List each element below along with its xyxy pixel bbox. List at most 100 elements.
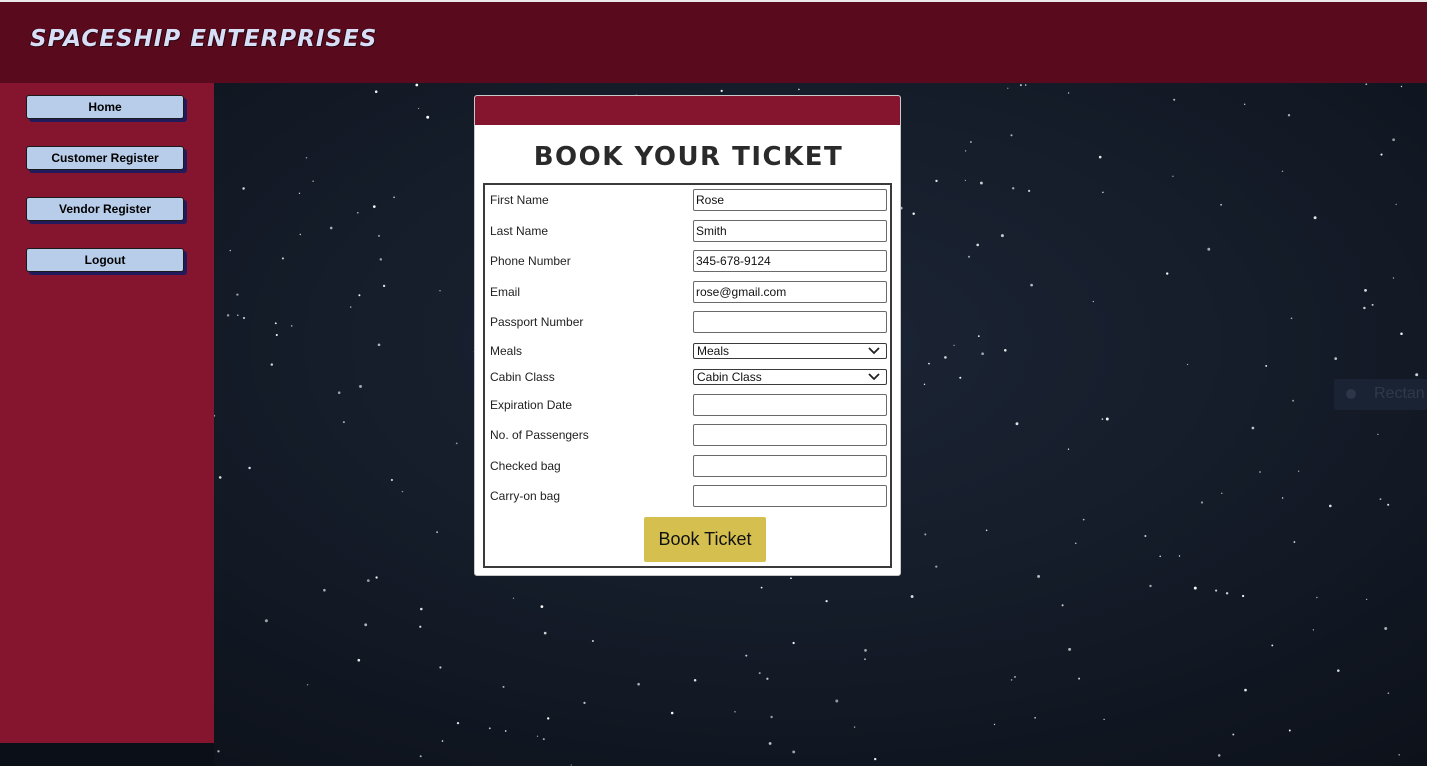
overlay-rectangle[interactable]: Rectan: [1334, 379, 1427, 410]
star: [1011, 187, 1015, 190]
star: [1010, 679, 1013, 681]
star: [981, 352, 984, 356]
star: [441, 740, 444, 742]
email-label: Email: [490, 285, 521, 299]
first-name-field[interactable]: [693, 189, 887, 211]
star: [1377, 433, 1379, 436]
star: [1316, 596, 1318, 599]
star: [217, 750, 220, 753]
star: [306, 684, 309, 686]
star: [1082, 518, 1085, 521]
star: [1075, 542, 1077, 544]
home-button[interactable]: Home: [26, 95, 184, 119]
star: [853, 726, 856, 728]
star: [734, 711, 736, 713]
booking-form: First Name Last Name Phone Number Email …: [483, 183, 892, 568]
star: [1186, 363, 1189, 366]
star: [359, 384, 362, 388]
star: [1015, 422, 1019, 426]
star: [1144, 534, 1147, 538]
star: [540, 605, 544, 608]
star: [1328, 504, 1332, 508]
star: [1010, 134, 1013, 137]
star: [591, 639, 594, 643]
brand-title: Spaceship Enterprises: [30, 26, 378, 52]
carry-on-field[interactable]: [693, 485, 887, 507]
star: [1297, 470, 1300, 472]
passengers-field[interactable]: [693, 424, 887, 446]
star: [976, 243, 979, 247]
star: [342, 421, 345, 424]
star: [242, 316, 246, 320]
star: [993, 723, 996, 726]
star: [1364, 289, 1367, 292]
footer-strip: [0, 743, 214, 766]
star: [1004, 349, 1007, 352]
star: [1061, 604, 1064, 607]
last-name-field[interactable]: [693, 220, 887, 242]
carry-on-label: Carry-on bag: [490, 489, 561, 503]
star: [935, 179, 938, 183]
expiration-label: Expiration Date: [490, 398, 573, 412]
star: [1379, 498, 1382, 500]
star: [1387, 692, 1390, 695]
star: [1287, 114, 1291, 117]
star: [390, 478, 393, 482]
star: [1193, 586, 1197, 590]
star: [374, 90, 378, 93]
star: [953, 344, 955, 347]
star: [488, 727, 491, 730]
star: [401, 490, 404, 493]
star: [375, 576, 378, 579]
star: [1371, 303, 1374, 306]
email-field[interactable]: [693, 281, 887, 303]
checked-bag-label: Checked bag: [490, 459, 561, 473]
star: [1103, 718, 1105, 721]
star: [281, 257, 284, 260]
meals-select[interactable]: Meals: [693, 343, 887, 359]
star: [1251, 426, 1255, 430]
passport-field[interactable]: [693, 311, 887, 333]
star: [512, 597, 515, 599]
phone-field[interactable]: [693, 250, 887, 272]
logout-button[interactable]: Logout: [26, 248, 184, 272]
checked-bag-field[interactable]: [693, 455, 887, 477]
star: [426, 115, 430, 119]
star: [1105, 417, 1109, 421]
star: [874, 757, 877, 761]
expiration-field[interactable]: [693, 394, 887, 416]
star: [1217, 754, 1221, 757]
star: [226, 314, 230, 317]
star: [583, 701, 586, 705]
star: [536, 735, 539, 737]
star: [1067, 448, 1070, 450]
star: [693, 678, 697, 682]
star: [358, 294, 361, 297]
star: [419, 625, 422, 628]
star: [356, 211, 359, 214]
star: [312, 180, 314, 182]
passengers-label: No. of Passengers: [490, 428, 589, 442]
star: [1225, 592, 1229, 595]
star: [1215, 589, 1218, 592]
star: [928, 362, 930, 365]
star: [637, 682, 640, 686]
customer-register-button[interactable]: Customer Register: [26, 146, 184, 170]
star: [274, 322, 277, 325]
star: [1007, 87, 1009, 89]
star: [768, 742, 772, 745]
star: [1281, 170, 1284, 172]
star: [1244, 688, 1247, 692]
book-ticket-button[interactable]: Book Ticket: [644, 517, 766, 562]
star: [1014, 676, 1016, 678]
star: [766, 677, 769, 680]
star: [1290, 317, 1293, 320]
vendor-register-button[interactable]: Vendor Register: [26, 197, 184, 221]
star: [270, 363, 274, 366]
cabin-class-select[interactable]: Cabin Class: [693, 369, 887, 385]
star: [1221, 492, 1223, 494]
star: [979, 181, 983, 185]
overlay-dot-icon: [1346, 389, 1356, 399]
star: [1034, 717, 1036, 719]
star: [1271, 644, 1274, 647]
